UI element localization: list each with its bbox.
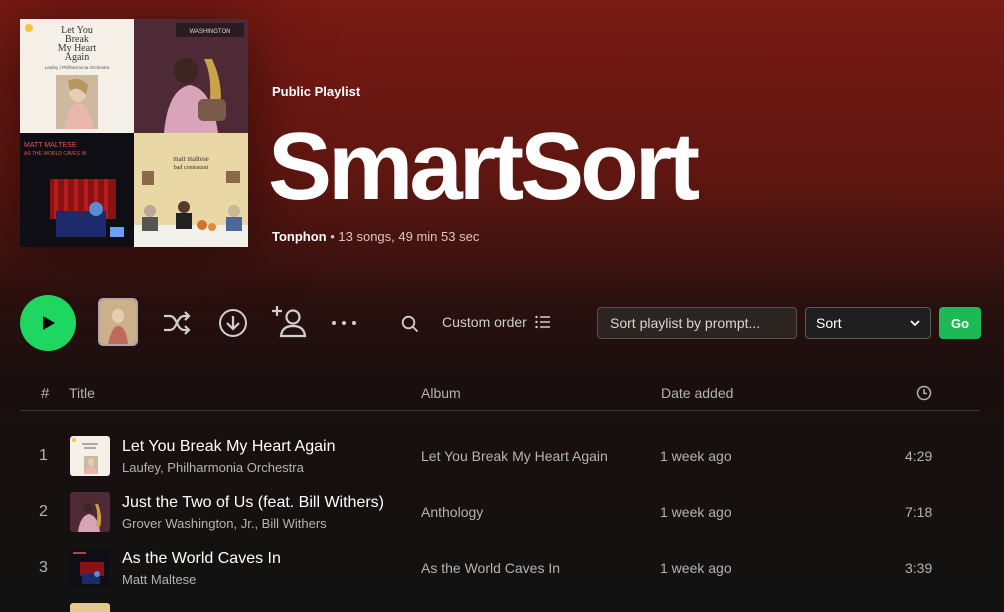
cover-artist-text-2: matt maltese	[173, 155, 209, 163]
shuffle-button[interactable]	[160, 306, 194, 340]
track-duration: 3:39	[905, 560, 933, 576]
track-album[interactable]: As the World Caves In	[421, 560, 560, 576]
search-in-playlist-button[interactable]	[398, 312, 422, 336]
play-icon	[43, 316, 55, 330]
custom-order-button[interactable]: Custom order	[442, 314, 551, 330]
sort-select[interactable]: Sort	[805, 307, 931, 339]
track-title[interactable]: As the World Caves In	[122, 550, 281, 568]
clock-icon	[916, 385, 932, 401]
shuffle-icon	[164, 311, 191, 335]
track-number: 1	[39, 447, 48, 464]
track-row[interactable]: 3 As the World Caves In Matt Maltese As …	[20, 540, 980, 596]
add-collaborator-button[interactable]	[272, 304, 308, 340]
playlist-stats: • 13 songs, 49 min 53 sec	[326, 229, 480, 244]
track-artist[interactable]: Grover Washington, Jr., Bill Withers	[122, 516, 327, 531]
track-row[interactable]: 2 Just the Two of Us (feat. Bill Withers…	[20, 484, 980, 540]
header-duration[interactable]	[916, 385, 932, 404]
next-track-thumbnail-partial	[70, 603, 110, 612]
header-album[interactable]: Album	[421, 385, 461, 401]
track-title[interactable]: Let You Break My Heart Again	[122, 438, 335, 456]
track-duration: 4:29	[905, 448, 933, 464]
playlist-type-label: Public Playlist	[272, 84, 361, 99]
track-thumbnail	[70, 492, 110, 532]
action-bar: Custom order Sort Go	[0, 290, 1004, 356]
track-artist[interactable]: Matt Maltese	[122, 572, 196, 587]
cover-anthology-text: WASHINGTON	[189, 29, 230, 35]
download-icon	[219, 309, 247, 337]
cover-album-text: AS THE WORLD CAVES IN	[24, 151, 87, 157]
cover-album-text-2: bad contestant	[174, 165, 209, 171]
header-title[interactable]: Title	[69, 385, 95, 401]
track-date-added: 1 week ago	[660, 504, 732, 520]
track-thumbnail	[70, 436, 110, 476]
playlist-owner-line: Tonphon • 13 songs, 49 min 53 sec	[272, 229, 479, 244]
cover-let-you-break-my-heart-again: Let You Break My Heart Again Laufey | Ph…	[20, 19, 134, 133]
playlist-cover[interactable]: Let You Break My Heart Again Laufey | Ph…	[20, 19, 248, 247]
track-number: 2	[39, 503, 48, 520]
track-title[interactable]: Just the Two of Us (feat. Bill Withers)	[122, 494, 384, 512]
more-icon	[332, 321, 356, 325]
sort-prompt-input[interactable]	[597, 307, 797, 339]
cover-credit: Laufey | Philharmonia Orchestra	[45, 65, 110, 70]
track-artist[interactable]: Laufey, Philharmonia Orchestra	[122, 460, 304, 475]
track-date-added: 1 week ago	[660, 448, 732, 464]
cover-artist-text: MATT MALTESE	[24, 142, 77, 149]
list-icon	[535, 315, 550, 329]
track-duration: 7:18	[905, 504, 933, 520]
go-button[interactable]: Go	[939, 307, 981, 339]
search-icon	[401, 315, 419, 333]
tracklist-header: # Title Album Date added	[20, 378, 980, 411]
playlist-mini-cover-button[interactable]	[98, 298, 138, 346]
playlist-owner-link[interactable]: Tonphon	[272, 229, 327, 244]
more-options-button[interactable]	[328, 310, 360, 336]
album-art-icon	[100, 300, 136, 344]
tracklist: 1 Let You Break My Heart Again Laufey, P…	[20, 428, 980, 596]
cover-anthology: WASHINGTON	[134, 19, 248, 133]
track-album[interactable]: Let You Break My Heart Again	[421, 448, 608, 464]
chevron-down-icon	[910, 320, 920, 327]
playlist-meta: Public Playlist	[272, 84, 360, 99]
cover-as-the-world-caves-in: MATT MALTESE AS THE WORLD CAVES IN	[20, 133, 134, 247]
cover-bad-contestant: matt maltese bad contestant	[134, 133, 248, 247]
cover-title-line-4: Again	[65, 52, 89, 63]
header-date-added[interactable]: Date added	[661, 385, 733, 401]
header-number: #	[41, 385, 50, 402]
sort-select-value: Sort	[816, 315, 842, 331]
track-album[interactable]: Anthology	[421, 504, 483, 520]
track-row[interactable]: 1 Let You Break My Heart Again Laufey, P…	[20, 428, 980, 484]
playlist-header: Let You Break My Heart Again Laufey | Ph…	[0, 0, 1004, 270]
track-date-added: 1 week ago	[660, 560, 732, 576]
play-button[interactable]	[20, 295, 76, 351]
playlist-title: SmartSort	[268, 113, 700, 220]
custom-order-label: Custom order	[442, 314, 527, 330]
track-number: 3	[39, 559, 48, 576]
add-user-icon	[272, 306, 307, 338]
track-thumbnail	[70, 548, 110, 588]
download-button[interactable]	[216, 306, 250, 340]
